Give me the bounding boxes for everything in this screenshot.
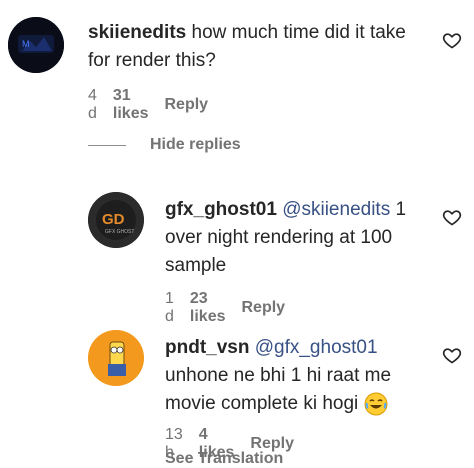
avatar[interactable]: M xyxy=(8,17,64,73)
comment-mention[interactable]: @skiienedits xyxy=(282,199,390,220)
avatar[interactable] xyxy=(88,330,144,386)
hide-replies-button[interactable]: Hide replies xyxy=(88,136,241,154)
comment-username[interactable]: gfx_ghost01 xyxy=(165,199,277,220)
comment-username[interactable]: pndt_vsn xyxy=(165,337,249,358)
comment-time: 4 d xyxy=(88,87,97,122)
comment-meta: 1 d 23 likes Reply xyxy=(165,290,285,326)
comment-likes[interactable]: 31 likes xyxy=(113,87,149,123)
comment-username[interactable]: skiienedits xyxy=(88,22,186,43)
divider xyxy=(88,144,126,146)
comment-text: skiienedits how much time did it take fo… xyxy=(88,19,408,75)
heart-icon[interactable] xyxy=(442,207,462,227)
see-translation-link[interactable]: See Translation xyxy=(165,450,283,468)
hide-replies-label: Hide replies xyxy=(150,136,241,153)
heart-icon[interactable] xyxy=(442,30,462,50)
comment-body: unhone ne bhi 1 hi raat me movie complet… xyxy=(165,365,392,414)
svg-text:GFX GHOST: GFX GHOST xyxy=(105,229,134,235)
heart-icon[interactable] xyxy=(442,345,462,365)
comment-text: gfx_ghost01 @skiienedits 1 over night re… xyxy=(165,196,425,280)
comment-time: 1 d xyxy=(165,290,174,325)
svg-text:GD: GD xyxy=(102,211,125,228)
avatar[interactable]: GD GFX GHOST xyxy=(88,192,144,248)
reply-button[interactable]: Reply xyxy=(241,299,285,317)
reply-button[interactable]: Reply xyxy=(164,96,208,114)
comment-mention[interactable]: @gfx_ghost01 xyxy=(255,337,378,358)
svg-text:M: M xyxy=(22,39,30,49)
laughing-tears-emoji-icon xyxy=(364,392,388,416)
comment-meta: 4 d 31 likes Reply xyxy=(88,87,208,123)
comment-likes[interactable]: 23 likes xyxy=(190,290,226,326)
comment-text: pndt_vsn @gfx_ghost01 unhone ne bhi 1 hi… xyxy=(165,334,425,418)
